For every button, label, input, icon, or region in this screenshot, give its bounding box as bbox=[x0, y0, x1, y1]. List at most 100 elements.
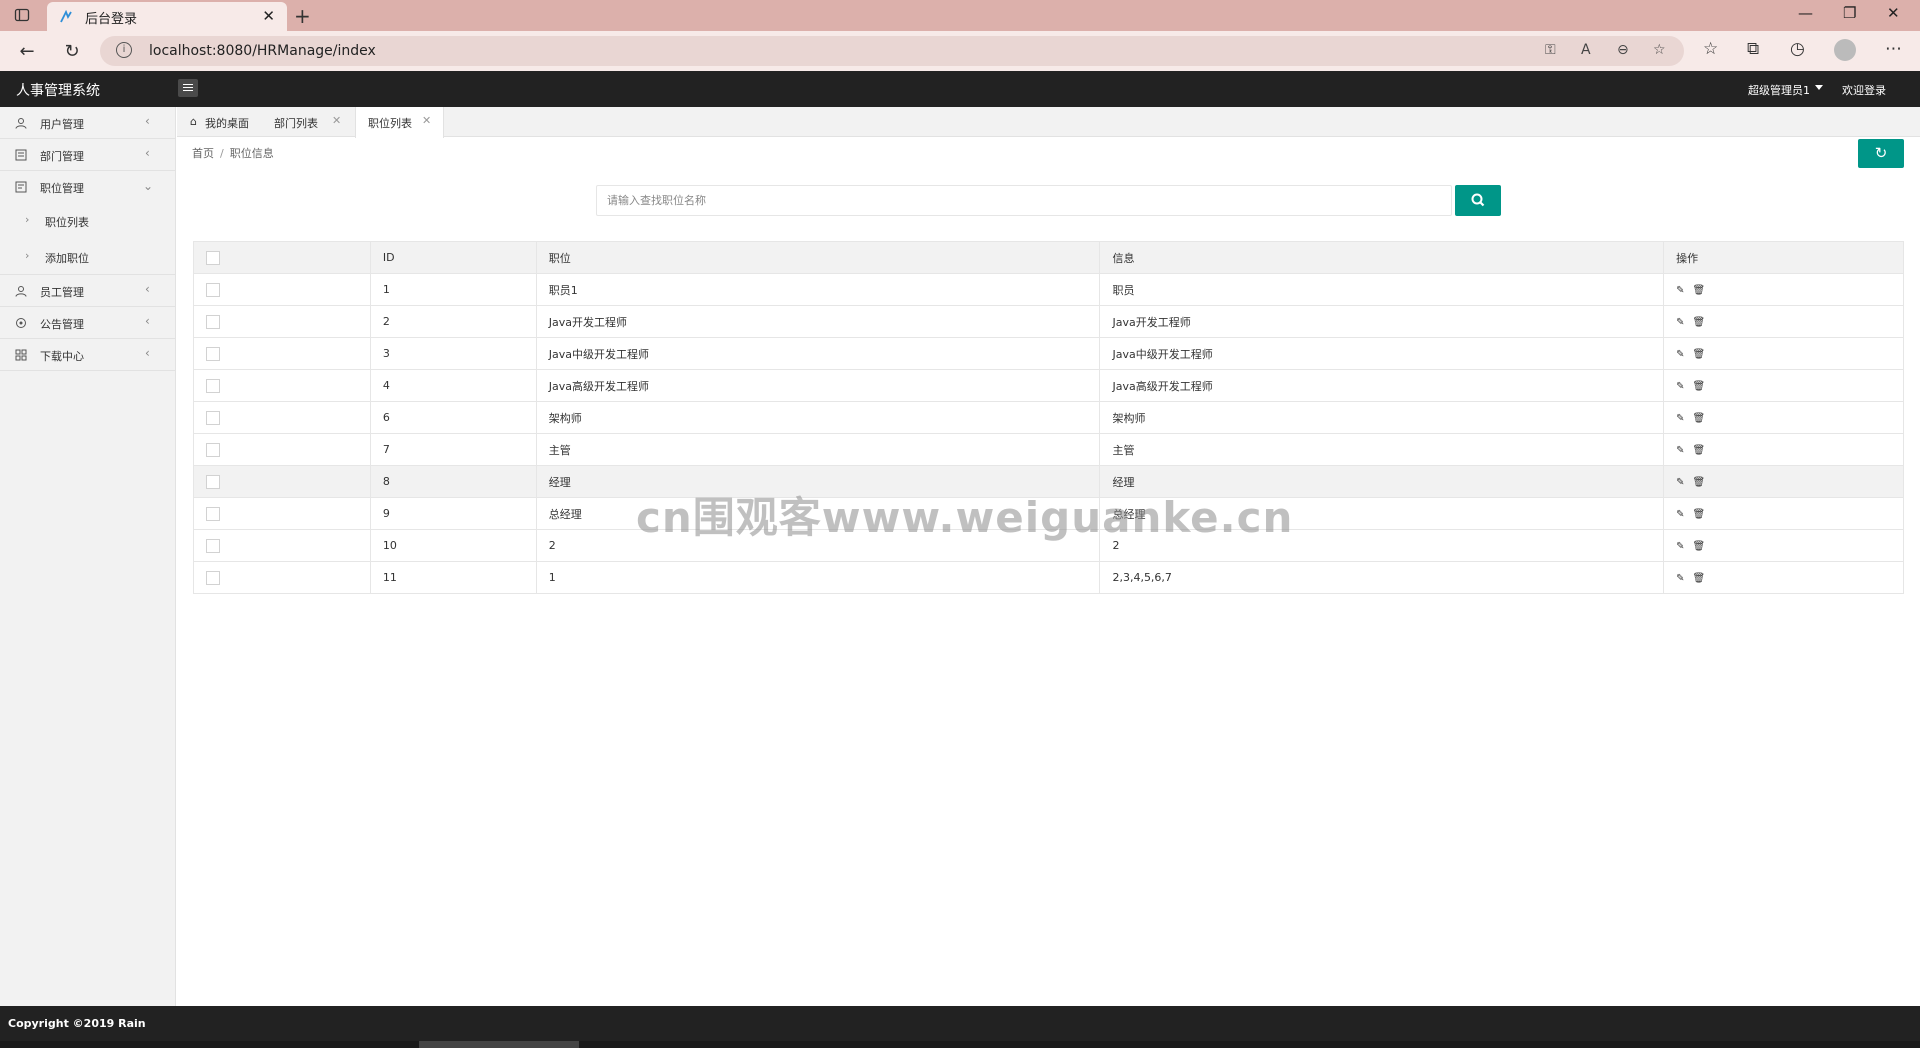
delete-icon[interactable]: 🗑 bbox=[1693, 413, 1706, 424]
window-close-icon[interactable]: ✕ bbox=[1887, 4, 1900, 22]
key-icon[interactable]: ⚿ bbox=[1545, 42, 1556, 58]
tab-department-list[interactable]: 部门列表 ✕ bbox=[261, 107, 355, 137]
zoom-out-icon[interactable]: ⊖ bbox=[1617, 42, 1629, 58]
cell-actions: ✎ 🗑 bbox=[1663, 273, 1904, 306]
close-tab-icon[interactable]: ✕ bbox=[262, 7, 275, 25]
tab-actions-icon[interactable] bbox=[14, 7, 30, 23]
refresh-button[interactable]: ↻ bbox=[1858, 139, 1904, 168]
refresh-icon: ↻ bbox=[1874, 144, 1888, 162]
site-info-icon[interactable]: i bbox=[116, 42, 132, 58]
row-checkbox[interactable] bbox=[206, 442, 220, 457]
table-row: 11 1 2,3,4,5,6,7 ✎ 🗑 bbox=[193, 561, 1904, 594]
sidebar-item-positions[interactable]: 职位管理 ⌄ bbox=[0, 171, 176, 203]
read-aloud-icon[interactable]: A bbox=[1581, 42, 1591, 58]
sidebar-subitem-add-position[interactable]: › 添加职位 bbox=[0, 239, 176, 275]
chevron-right-icon: › bbox=[25, 249, 30, 262]
welcome-link[interactable]: 欢迎登录 bbox=[1842, 82, 1886, 98]
more-menu-icon[interactable]: ⋯ bbox=[1885, 39, 1902, 59]
delete-icon[interactable]: 🗑 bbox=[1693, 541, 1706, 552]
chevron-left-icon: ‹ bbox=[145, 282, 150, 296]
row-checkbox[interactable] bbox=[206, 378, 220, 393]
row-checkbox-cell bbox=[193, 401, 371, 434]
header-position: 职位 bbox=[536, 241, 1101, 274]
cell-id: 3 bbox=[370, 337, 537, 370]
menu-toggle-icon[interactable] bbox=[178, 79, 198, 97]
add-favorite-icon[interactable]: ☆ bbox=[1653, 42, 1666, 58]
history-icon[interactable]: ◷ bbox=[1790, 39, 1805, 59]
edit-icon[interactable]: ✎ bbox=[1676, 477, 1684, 488]
cell-id: 8 bbox=[370, 465, 537, 498]
edit-icon[interactable]: ✎ bbox=[1676, 509, 1684, 520]
sidebar-item-employees[interactable]: 员工管理 ‹ bbox=[0, 275, 176, 307]
position-search-input[interactable] bbox=[596, 185, 1452, 216]
sidebar-subitem-position-list[interactable]: › 职位列表 bbox=[0, 203, 176, 239]
sidebar-item-label: 下载中心 bbox=[40, 350, 84, 363]
delete-icon[interactable]: 🗑 bbox=[1693, 285, 1706, 296]
department-icon bbox=[15, 149, 27, 161]
cell-actions: ✎ 🗑 bbox=[1663, 401, 1904, 434]
browser-tab[interactable]: 后台登录 ✕ bbox=[47, 2, 287, 31]
row-checkbox[interactable] bbox=[206, 314, 220, 329]
edit-icon[interactable]: ✎ bbox=[1676, 381, 1684, 392]
row-checkbox[interactable] bbox=[206, 570, 220, 585]
sidebar-item-label: 公告管理 bbox=[40, 318, 84, 331]
new-tab-icon[interactable]: + bbox=[294, 4, 311, 28]
search-icon bbox=[1471, 193, 1485, 207]
cell-id: 10 bbox=[370, 529, 537, 562]
edit-icon[interactable]: ✎ bbox=[1676, 413, 1684, 424]
delete-icon[interactable]: 🗑 bbox=[1693, 573, 1706, 584]
tab-desktop[interactable]: ⌂ 我的桌面 bbox=[177, 107, 261, 137]
chevron-left-icon: ‹ bbox=[145, 114, 150, 128]
row-checkbox[interactable] bbox=[206, 538, 220, 553]
row-checkbox[interactable] bbox=[206, 282, 220, 297]
close-icon[interactable]: ✕ bbox=[422, 114, 431, 127]
search-button[interactable] bbox=[1455, 185, 1501, 216]
edit-icon[interactable]: ✎ bbox=[1676, 285, 1684, 296]
sidebar-item-departments[interactable]: 部门管理 ‹ bbox=[0, 139, 176, 171]
sidebar-item-downloads[interactable]: 下载中心 ‹ bbox=[0, 339, 176, 371]
caret-down-icon[interactable] bbox=[1815, 85, 1823, 90]
sidebar-item-label: 用户管理 bbox=[40, 118, 84, 131]
browser-tab-bar: 后台登录 ✕ + — ❐ ✕ bbox=[0, 0, 1920, 31]
row-checkbox[interactable] bbox=[206, 506, 220, 521]
delete-icon[interactable]: 🗑 bbox=[1693, 445, 1706, 456]
edit-icon[interactable]: ✎ bbox=[1676, 317, 1684, 328]
close-icon[interactable]: ✕ bbox=[332, 114, 341, 127]
page-tabs: ⌂ 我的桌面 部门列表 ✕ 职位列表 ✕ bbox=[177, 107, 1920, 138]
edit-icon[interactable]: ✎ bbox=[1676, 573, 1684, 584]
admin-menu[interactable]: 超级管理员1 bbox=[1748, 82, 1810, 98]
minimize-icon[interactable]: — bbox=[1798, 4, 1813, 22]
delete-icon[interactable]: 🗑 bbox=[1693, 317, 1706, 328]
row-checkbox-cell bbox=[193, 433, 371, 466]
reload-icon[interactable]: ↻ bbox=[60, 39, 84, 63]
row-checkbox[interactable] bbox=[206, 410, 220, 425]
row-checkbox-cell bbox=[193, 561, 371, 594]
edit-icon[interactable]: ✎ bbox=[1676, 445, 1684, 456]
row-checkbox[interactable] bbox=[206, 474, 220, 489]
back-icon[interactable]: ← bbox=[15, 39, 39, 63]
row-checkbox[interactable] bbox=[206, 346, 220, 361]
delete-icon[interactable]: 🗑 bbox=[1693, 509, 1706, 520]
delete-icon[interactable]: 🗑 bbox=[1693, 349, 1706, 360]
edit-icon[interactable]: ✎ bbox=[1676, 541, 1684, 552]
edit-icon[interactable]: ✎ bbox=[1676, 349, 1684, 360]
sidebar-item-notices[interactable]: 公告管理 ‹ bbox=[0, 307, 176, 339]
sidebar-item-users[interactable]: 用户管理 ‹ bbox=[0, 107, 176, 139]
copyright-text: Copyright ©2019 Rain bbox=[8, 1017, 146, 1030]
select-all-checkbox[interactable] bbox=[206, 250, 220, 265]
watermark: cn围观客www.weiguanke.cn bbox=[636, 493, 1294, 542]
cell-position: Java中级开发工程师 bbox=[536, 337, 1101, 370]
favorites-icon[interactable]: ☆ bbox=[1703, 39, 1718, 59]
profile-avatar[interactable] bbox=[1834, 39, 1856, 61]
restore-icon[interactable]: ❐ bbox=[1843, 4, 1856, 22]
delete-icon[interactable]: 🗑 bbox=[1693, 477, 1706, 488]
home-icon: ⌂ bbox=[190, 115, 197, 128]
url-field[interactable]: i localhost:8080/HRManage/index ⚿ A ⊖ ☆ bbox=[100, 36, 1684, 66]
table-row: 4 Java高级开发工程师 Java高级开发工程师 ✎ 🗑 bbox=[193, 369, 1904, 402]
breadcrumb-home[interactable]: 首页 bbox=[192, 147, 214, 160]
footer: Copyright ©2019 Rain bbox=[0, 1006, 1920, 1041]
tab-position-list[interactable]: 职位列表 ✕ bbox=[355, 107, 444, 138]
delete-icon[interactable]: 🗑 bbox=[1693, 381, 1706, 392]
collections-icon[interactable]: ⧉ bbox=[1747, 39, 1759, 59]
chevron-down-icon: ⌄ bbox=[143, 179, 154, 193]
